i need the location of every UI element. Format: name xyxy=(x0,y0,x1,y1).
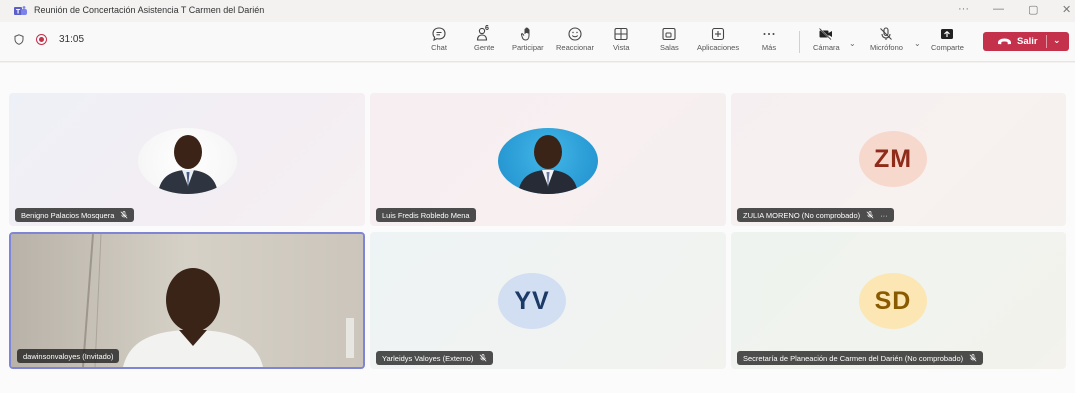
participant-tile[interactable]: Benigno Palacios Mosquera xyxy=(9,93,365,226)
mic-off-icon xyxy=(120,211,128,219)
participant-more-button[interactable]: ··· xyxy=(880,211,888,220)
participant-avatar-initials: SD xyxy=(859,273,927,329)
more-label: Más xyxy=(761,43,777,52)
person-photo-icon xyxy=(158,135,218,194)
initials-text: SD xyxy=(874,286,912,315)
meeting-status: 31:05 xyxy=(14,34,84,45)
window-title: Reunión de Concertación Asistencia T Car… xyxy=(34,5,265,15)
camera-off-icon xyxy=(819,27,833,41)
mic-off-icon xyxy=(880,27,893,40)
breakout-rooms-label: Salas xyxy=(660,43,679,52)
recording-icon xyxy=(36,34,47,45)
participant-nameplate: ZULIA MORENO (No comprobado) ··· xyxy=(737,208,894,222)
participant-photo xyxy=(138,128,237,194)
mic-off-icon xyxy=(866,211,874,219)
participant-name: Yarleidys Valoyes (Externo) xyxy=(382,353,474,363)
toolbar-divider xyxy=(799,31,800,53)
close-button[interactable]: ✕ xyxy=(1062,3,1071,16)
participant-name: ZULIA MORENO (No comprobado) xyxy=(743,210,861,220)
participant-photo xyxy=(498,128,598,194)
react-button[interactable]: Reaccionar xyxy=(556,26,594,58)
more-icon xyxy=(763,33,775,35)
participant-video xyxy=(11,234,363,367)
apps-icon xyxy=(711,27,725,41)
raise-hand-label: Participar xyxy=(512,43,544,52)
meeting-timer: 31:05 xyxy=(59,34,85,45)
camera-button[interactable]: Cámara xyxy=(813,26,840,58)
apps-label: Aplicaciones xyxy=(697,43,740,52)
chat-button[interactable]: Chat xyxy=(431,26,447,58)
window-more-button[interactable]: ··· xyxy=(958,3,969,15)
initials-text: YV xyxy=(514,286,550,315)
participant-nameplate: Benigno Palacios Mosquera xyxy=(15,208,135,222)
participant-tile[interactable]: ZM ZULIA MORENO (No comprobado) ··· xyxy=(731,93,1066,226)
raise-hand-button[interactable]: Participar xyxy=(512,26,544,58)
camera-label: Cámara xyxy=(813,43,840,52)
mic-button[interactable]: Micrófono xyxy=(870,26,903,58)
participant-tile-active-speaker[interactable]: dawinsonvaloyes (Invitado) xyxy=(9,232,365,369)
participant-avatar-initials: ZM xyxy=(859,131,927,187)
participant-nameplate: Luis Fredis Robledo Mena xyxy=(376,208,476,222)
participant-nameplate: dawinsonvaloyes (Invitado) xyxy=(17,349,120,363)
participant-nameplate: Yarleidys Valoyes (Externo) xyxy=(376,351,494,365)
minimize-button[interactable]: — xyxy=(993,3,1004,15)
share-button[interactable]: Comparte xyxy=(931,26,964,58)
participant-name: Benigno Palacios Mosquera xyxy=(21,210,115,220)
mic-label: Micrófono xyxy=(870,43,903,52)
phone-hangup-icon xyxy=(998,38,1011,45)
initials-text: ZM xyxy=(873,144,913,173)
camera-options-chevron-down-icon[interactable]: ⌄ xyxy=(849,39,856,48)
meeting-toolbar: 31:05 Chat 6 Gente Participar Reaccionar… xyxy=(0,22,1075,62)
people-count: 6 xyxy=(485,25,489,32)
view-button[interactable]: Vista xyxy=(613,26,630,58)
smile-icon xyxy=(568,27,582,41)
people-button[interactable]: 6 Gente xyxy=(474,25,495,58)
grid-icon xyxy=(614,27,628,41)
teams-logo-icon: T xyxy=(14,6,27,16)
chat-label: Chat xyxy=(431,43,447,52)
share-icon xyxy=(941,29,954,39)
mic-options-chevron-down-icon[interactable]: ⌄ xyxy=(914,39,921,48)
restore-button[interactable]: ▢ xyxy=(1028,3,1038,16)
leave-options-chevron-down-icon[interactable]: ⌄ xyxy=(1053,35,1061,46)
people-label: Gente xyxy=(474,43,495,52)
title-bar: T Reunión de Concertación Asistencia T C… xyxy=(0,0,1075,22)
mic-off-icon xyxy=(969,354,977,362)
chat-icon xyxy=(432,27,446,41)
participant-name: dawinsonvaloyes (Invitado) xyxy=(23,351,114,361)
participant-tile[interactable]: YV Yarleidys Valoyes (Externo) xyxy=(370,232,726,369)
person-photo-icon xyxy=(518,135,578,194)
share-label: Comparte xyxy=(931,43,964,52)
view-label: Vista xyxy=(613,43,630,52)
apps-button[interactable]: Aplicaciones xyxy=(697,26,739,58)
meeting-stage: Benigno Palacios Mosquera Luis Fredis Ro… xyxy=(0,63,1075,393)
participant-nameplate: Secretaría de Planeación de Carmen del D… xyxy=(737,351,984,365)
breakout-rooms-button[interactable]: Salas xyxy=(660,26,679,58)
shield-icon xyxy=(14,34,24,45)
leave-button[interactable]: Salir ⌄ xyxy=(983,32,1069,51)
participant-tile[interactable]: SD Secretaría de Planeación de Carmen de… xyxy=(731,232,1066,369)
raise-hand-icon xyxy=(520,27,530,41)
participant-name: Luis Fredis Robledo Mena xyxy=(382,210,470,220)
participant-avatar-initials: YV xyxy=(498,273,566,329)
breakout-rooms-icon xyxy=(662,27,676,41)
mic-off-icon xyxy=(479,354,487,362)
participant-name: Secretaría de Planeación de Carmen del D… xyxy=(743,353,964,363)
leave-label: Salir xyxy=(1017,36,1038,47)
react-label: Reaccionar xyxy=(556,43,594,52)
more-button[interactable]: Más xyxy=(761,26,777,58)
participant-tile[interactable]: Luis Fredis Robledo Mena xyxy=(370,93,726,226)
leave-divider xyxy=(1046,35,1047,48)
